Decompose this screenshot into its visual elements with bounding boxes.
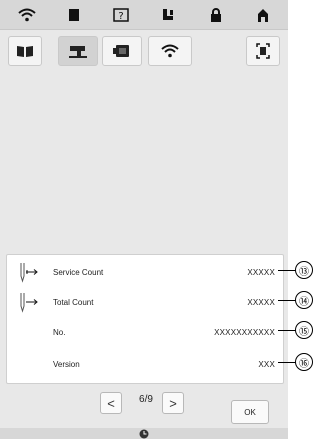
callout-line-16: [278, 362, 296, 363]
category-network-button[interactable]: [148, 36, 192, 66]
category-machine-button[interactable]: [58, 36, 98, 66]
callout-line-15: [278, 330, 296, 331]
serial-number-value: XXXXXXXXXXX: [214, 327, 275, 337]
callout-16: ⑯: [295, 353, 313, 371]
help-icon: ?: [113, 7, 130, 22]
total-count-value: XXXXX: [247, 297, 275, 307]
total-count-row: Total Count XXXXX: [7, 289, 285, 315]
top-tab-bar: ?: [0, 0, 288, 30]
tab-wifi[interactable]: [12, 2, 42, 28]
clock-icon: [139, 429, 149, 438]
screen-capture-icon: [256, 43, 270, 59]
lock-icon: [210, 7, 221, 22]
service-count-value: XXXXX: [247, 267, 275, 277]
serial-number-label: No.: [53, 327, 66, 337]
settings-category-row: [0, 36, 288, 68]
serial-number-row: No. XXXXXXXXXXX: [7, 319, 285, 345]
callout-line-14: [278, 300, 296, 301]
bottom-bar: [0, 428, 288, 439]
total-count-label: Total Count: [53, 297, 94, 307]
total-needle-icon: [20, 293, 38, 313]
embroidery-frame-icon: [113, 45, 129, 57]
svg-text:?: ?: [119, 11, 124, 22]
service-count-row: Service Count XXXXX: [7, 259, 285, 285]
category-embroidery-button[interactable]: [102, 36, 142, 66]
callout-15: ⑮: [295, 321, 313, 339]
tab-page[interactable]: [59, 2, 89, 28]
tab-help[interactable]: ?: [106, 2, 136, 28]
machine-info-panel: Service Count XXXXX Total Count XXXXX No…: [6, 254, 284, 384]
wifi-icon: [161, 44, 179, 58]
settings-screen: ? Service Count XXXXX Total Count XXXXX …: [0, 0, 288, 439]
version-row: Version XXX: [7, 351, 285, 377]
ok-button[interactable]: OK: [231, 400, 269, 424]
tab-sewing-settings[interactable]: [154, 2, 184, 28]
wifi-icon: [18, 8, 36, 21]
prev-page-button[interactable]: <: [100, 392, 122, 414]
tab-lock[interactable]: [201, 2, 231, 28]
screen-capture-button[interactable]: [246, 36, 280, 66]
machine-icon: [69, 46, 87, 58]
callout-13: ⑬: [295, 261, 313, 279]
callout-line-13: [278, 270, 296, 271]
version-label: Version: [53, 359, 80, 369]
home-icon: [257, 8, 268, 22]
page-icon: [69, 8, 80, 21]
service-needle-icon: [20, 263, 38, 283]
category-manual-button[interactable]: [8, 36, 42, 66]
next-page-button[interactable]: >: [162, 392, 184, 414]
page-indicator: 6/9: [139, 394, 153, 405]
service-count-label: Service Count: [53, 267, 104, 277]
version-value: XXX: [258, 359, 275, 369]
sewing-settings-icon: [162, 8, 173, 20]
book-icon: [17, 46, 33, 57]
tab-home[interactable]: [248, 2, 278, 28]
callout-14: ⑭: [295, 291, 313, 309]
